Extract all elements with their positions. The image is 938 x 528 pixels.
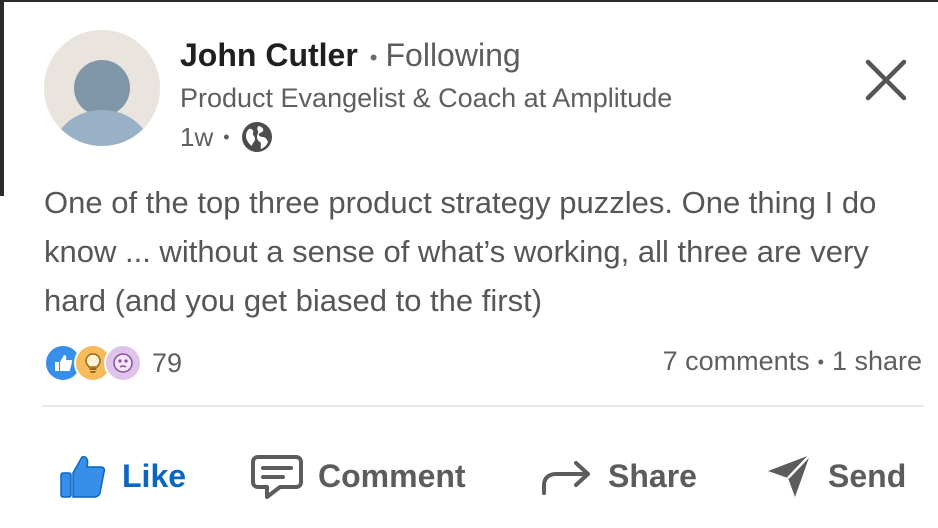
- top-border: [0, 0, 938, 2]
- comment-button[interactable]: Comment: [250, 440, 466, 512]
- action-bar: Like Comment Share Send: [0, 440, 938, 512]
- thumbs-up-icon: [58, 451, 108, 501]
- close-button[interactable]: [862, 56, 910, 104]
- comment-label: Comment: [318, 457, 466, 494]
- left-edge-bar: [0, 0, 4, 196]
- name-separator: •: [369, 44, 378, 70]
- comment-icon: [250, 451, 304, 501]
- post-meta: 1w •: [180, 120, 274, 154]
- post-text: One of the top three product strategy pu…: [44, 185, 877, 318]
- shares-count-link[interactable]: 1 share: [832, 346, 922, 376]
- avatar[interactable]: [44, 30, 160, 146]
- reaction-count: 79: [152, 347, 183, 378]
- like-button[interactable]: Like: [58, 440, 186, 512]
- counts-separator: •: [817, 352, 824, 373]
- share-button[interactable]: Share: [540, 440, 697, 512]
- send-button[interactable]: Send: [764, 440, 906, 512]
- reactions-summary[interactable]: 79: [44, 344, 182, 382]
- author-headline: Product Evangelist & Coach at Amplitude: [180, 83, 673, 113]
- share-arrow-icon: [540, 451, 594, 501]
- like-label: Like: [122, 457, 187, 494]
- globe-icon: [241, 122, 272, 152]
- meta-separator: •: [223, 126, 230, 147]
- actions-divider: [42, 405, 924, 407]
- send-plane-icon: [764, 451, 814, 501]
- send-label: Send: [828, 457, 907, 494]
- share-label: Share: [608, 457, 697, 494]
- post-time: 1w: [180, 121, 214, 152]
- follow-status: Following: [385, 37, 521, 73]
- author-line: John Cutler • Following: [180, 34, 521, 79]
- close-icon: [865, 59, 907, 101]
- author-name[interactable]: John Cutler: [180, 37, 358, 73]
- curious-reaction-icon: [104, 344, 142, 382]
- social-counts: 7 comments • 1 share: [663, 346, 922, 377]
- avatar-placeholder-icon: [44, 30, 160, 146]
- comments-count-link[interactable]: 7 comments: [663, 346, 810, 376]
